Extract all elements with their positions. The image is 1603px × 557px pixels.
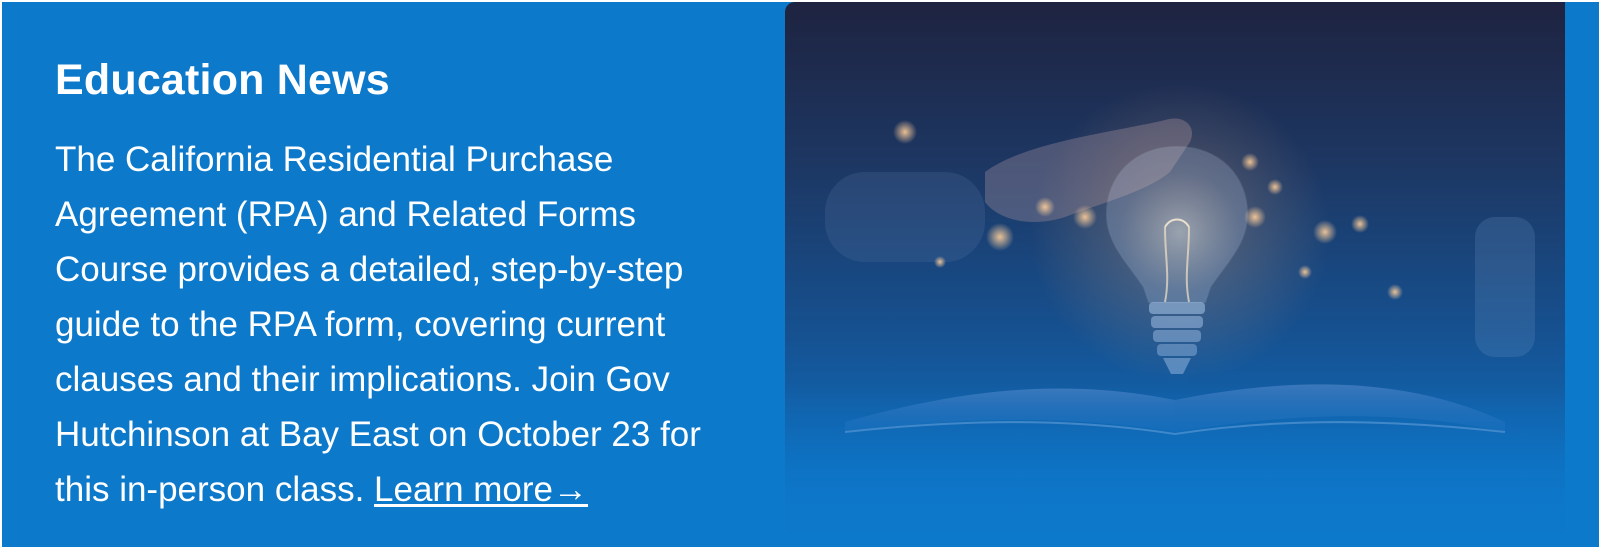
news-image	[785, 2, 1565, 547]
news-description: The California Residential Purchase Agre…	[55, 132, 735, 517]
news-description-text: The California Residential Purchase Agre…	[55, 140, 701, 509]
news-text-column: Education News The California Residentia…	[55, 52, 745, 517]
learn-more-link[interactable]: Learn more→	[374, 470, 588, 509]
lightbulb-book-illustration	[785, 82, 1565, 547]
education-news-card: Education News The California Residentia…	[2, 2, 1599, 547]
section-heading: Education News	[55, 56, 390, 104]
